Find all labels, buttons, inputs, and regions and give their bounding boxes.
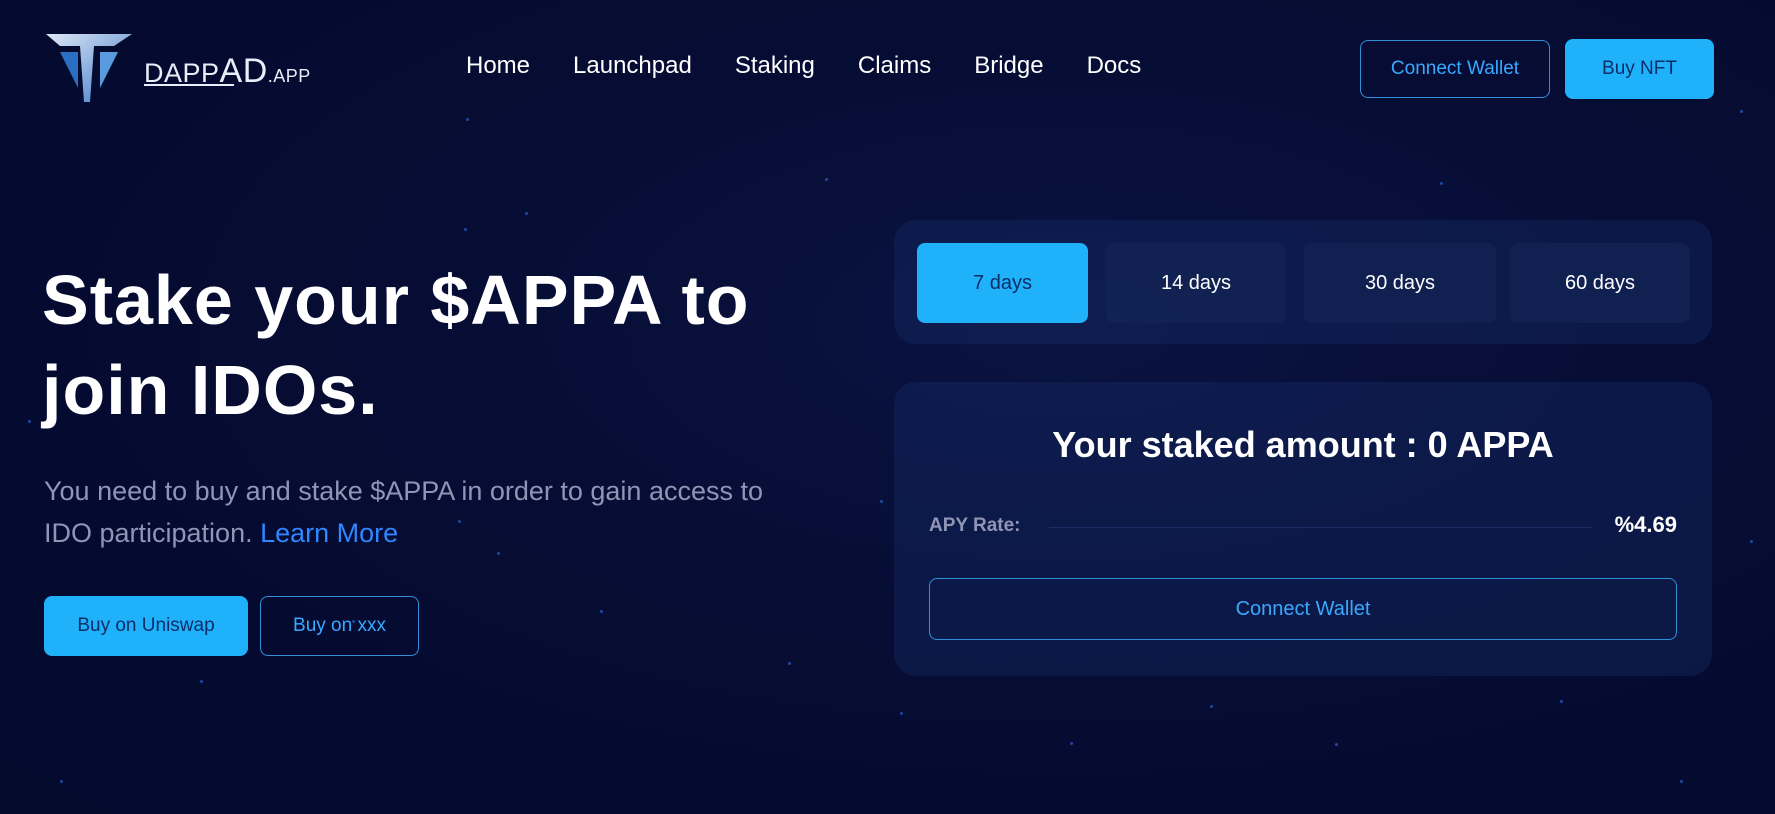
main-nav: Home Launchpad Staking Claims Bridge Doc… [466,52,1141,80]
nav-home[interactable]: Home [466,52,530,80]
dappad-logo-mark-icon [46,34,132,102]
nav-bridge[interactable]: Bridge [974,52,1043,80]
apy-rate-value: %4.69 [1614,512,1677,537]
tab-7-days[interactable]: 7 days [917,243,1088,323]
staking-period-tabs: 7 days 14 days 30 days 60 days [894,220,1712,344]
tab-60-days[interactable]: 60 days [1510,243,1690,323]
buy-on-uniswap-button[interactable]: Buy on Uniswap [44,596,248,656]
buy-on-xxx-button[interactable]: Buy on xxx [260,596,419,656]
stake-card: Your staked amount : 0 APPA APY Rate: %4… [894,382,1712,676]
logo-underline [144,84,234,86]
hero-description-text: You need to buy and stake $APPA in order… [44,476,763,548]
tab-14-days[interactable]: 14 days [1106,243,1286,323]
dappad-logo[interactable]: DAPPAD.APP [44,30,310,106]
nav-launchpad[interactable]: Launchpad [573,52,692,80]
staked-amount-title: Your staked amount : 0 APPA [1052,424,1554,465]
hero-description: You need to buy and stake $APPA in order… [44,470,804,554]
buy-nft-button[interactable]: Buy NFT [1565,39,1714,99]
tab-30-days[interactable]: 30 days [1304,243,1496,323]
learn-more-link[interactable]: Learn More [260,518,398,548]
nav-staking[interactable]: Staking [735,52,815,80]
apy-rate-label: APY Rate: [929,515,1021,536]
nav-docs[interactable]: Docs [1087,52,1142,80]
hero-title: Stake your $APPA to join IDOs. [42,255,842,435]
hero-title-line2: join IDOs. [42,351,379,429]
stake-connect-wallet-button[interactable]: Connect Wallet [929,578,1677,640]
nav-claims[interactable]: Claims [858,52,931,80]
connect-wallet-button[interactable]: Connect Wallet [1360,40,1550,98]
apy-divider [1049,527,1592,528]
hero-title-line1: Stake your $APPA to [42,261,750,339]
